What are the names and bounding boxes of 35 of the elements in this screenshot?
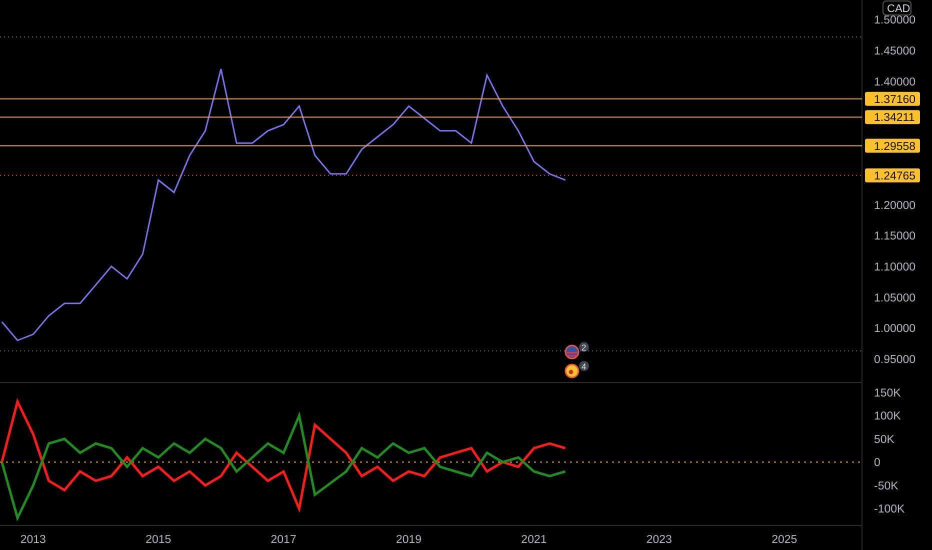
axis-label: 1.50000 <box>874 14 916 27</box>
price-tag: 1.37160 <box>865 92 920 106</box>
axis-label: 1.15000 <box>874 230 916 243</box>
flag-icon[interactable] <box>564 344 580 360</box>
axis-label: 2021 <box>521 534 547 546</box>
axis-label: 150K <box>874 387 901 400</box>
axis-label: 2015 <box>146 534 172 546</box>
ref-line-label: 1.29558 <box>874 140 916 153</box>
axis-label: 0 <box>874 457 880 470</box>
ref-line-label: 1.24765 <box>874 170 916 182</box>
ref-line-label: 1.37160 <box>874 94 916 106</box>
price-tag: 1.24765 <box>865 168 920 182</box>
axis-label: 1.10000 <box>874 261 916 274</box>
axis-label: 2025 <box>772 534 798 546</box>
axis-label: 2023 <box>646 534 672 546</box>
axis-label: 0.95000 <box>874 354 916 366</box>
price-tag: 1.29558 <box>865 138 920 153</box>
axis-label: 1.05000 <box>874 292 916 304</box>
count-badge: 4 <box>579 361 589 372</box>
axis-label: -100K <box>874 504 905 516</box>
axis-label: 100K <box>874 410 901 423</box>
axis-label: 50K <box>874 434 894 446</box>
count-badge: 2 <box>579 342 589 352</box>
axis-label: 1.40000 <box>874 76 916 88</box>
axis-label: 1.20000 <box>874 200 916 212</box>
price-tag: 1.34211 <box>865 110 920 124</box>
axis-label: 1.45000 <box>874 46 916 58</box>
axis-label: 2013 <box>20 534 46 546</box>
axis-label: -50K <box>874 480 898 492</box>
flag-icon[interactable] <box>564 364 580 378</box>
axis-label: 2019 <box>396 534 422 546</box>
axis-label: 1.00000 <box>874 323 916 336</box>
ref-line-label: 1.34211 <box>874 112 915 124</box>
currency-button[interactable]: CAD <box>882 0 912 16</box>
axis-label: 2017 <box>270 534 296 546</box>
